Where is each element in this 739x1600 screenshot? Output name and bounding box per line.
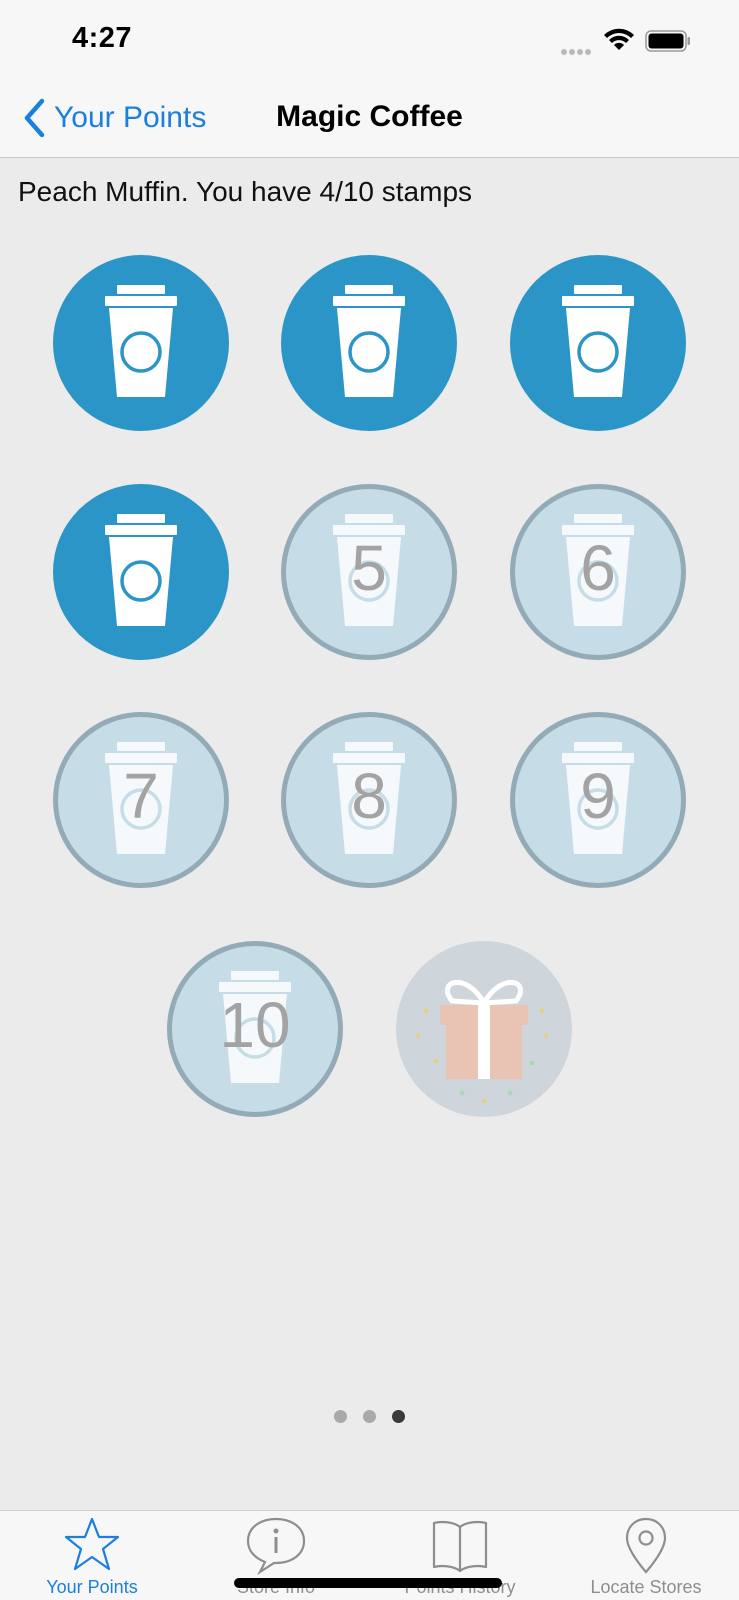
wifi-icon [604,28,634,50]
page-dot-1[interactable] [334,1410,347,1423]
stamp-9: 9 [510,712,686,888]
reward-gift [396,941,572,1117]
stamp-number: 10 [219,989,291,1061]
stamp-2 [281,255,457,431]
navigation-bar: Your Points Magic Coffee [0,78,739,158]
coffee-cup-icon [105,514,177,626]
cellular-signal-icon [561,42,593,60]
stamp-5: 5 [281,484,457,660]
stamp-10: 10 [167,941,343,1117]
status-bar: 4:27 [0,0,739,78]
stamp-number: 8 [351,760,387,832]
info-bubble-icon [246,1517,306,1575]
stamp-card-subtitle: Peach Muffin. You have 4/10 stamps [18,176,473,207]
battery-icon [645,30,690,52]
home-indicator[interactable] [234,1578,502,1588]
gift-icon [415,980,549,1104]
tab-label: Locate Stores [590,1577,702,1597]
stamp-number: 6 [580,532,616,604]
stamp-1 [53,255,229,431]
coffee-cup-icon [105,285,177,397]
stamp-8: 8 [281,712,457,888]
page-dot-3[interactable] [392,1410,405,1423]
star-icon [64,1517,120,1571]
status-icons [561,28,701,55]
book-icon [432,1520,488,1573]
stamp-number: 9 [580,760,616,832]
coffee-cup-icon [333,285,405,397]
page-dot-2[interactable] [363,1410,376,1423]
tab-locate-stores[interactable]: Locate Stores [554,1511,738,1600]
stamp-7: 7 [53,712,229,888]
stamp-number: 5 [351,532,387,604]
stamp-6: 6 [510,484,686,660]
coffee-cup-icon [562,285,634,397]
page-indicator[interactable] [334,1410,421,1424]
status-time: 4:27 [72,22,133,54]
stamp-3 [510,255,686,431]
page-title: Magic Coffee [276,100,463,133]
tab-label: Your Points [46,1577,138,1597]
tab-your-points[interactable]: Your Points [0,1511,184,1600]
stamp-4 [53,484,229,660]
map-pin-icon [625,1517,667,1574]
stamp-number: 7 [123,760,159,832]
